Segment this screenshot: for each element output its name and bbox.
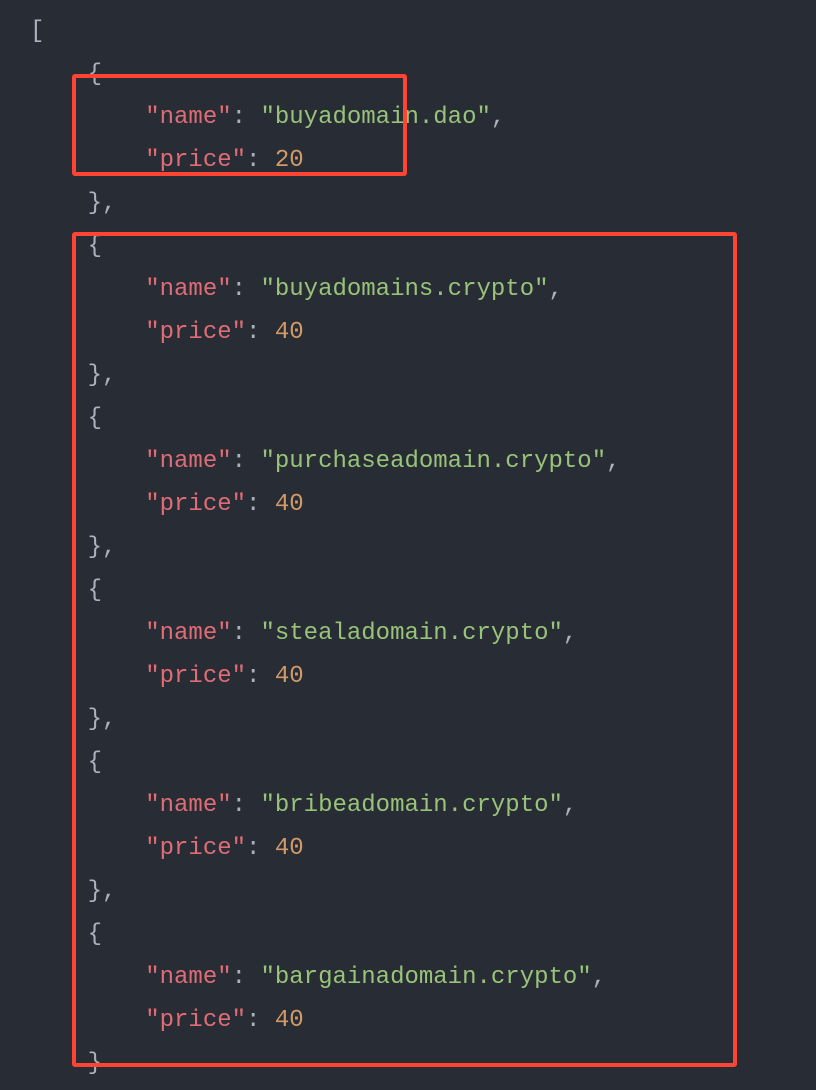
json-code-block: [ { "name": "buyadomain.dao", "price": 2… (0, 0, 816, 1090)
